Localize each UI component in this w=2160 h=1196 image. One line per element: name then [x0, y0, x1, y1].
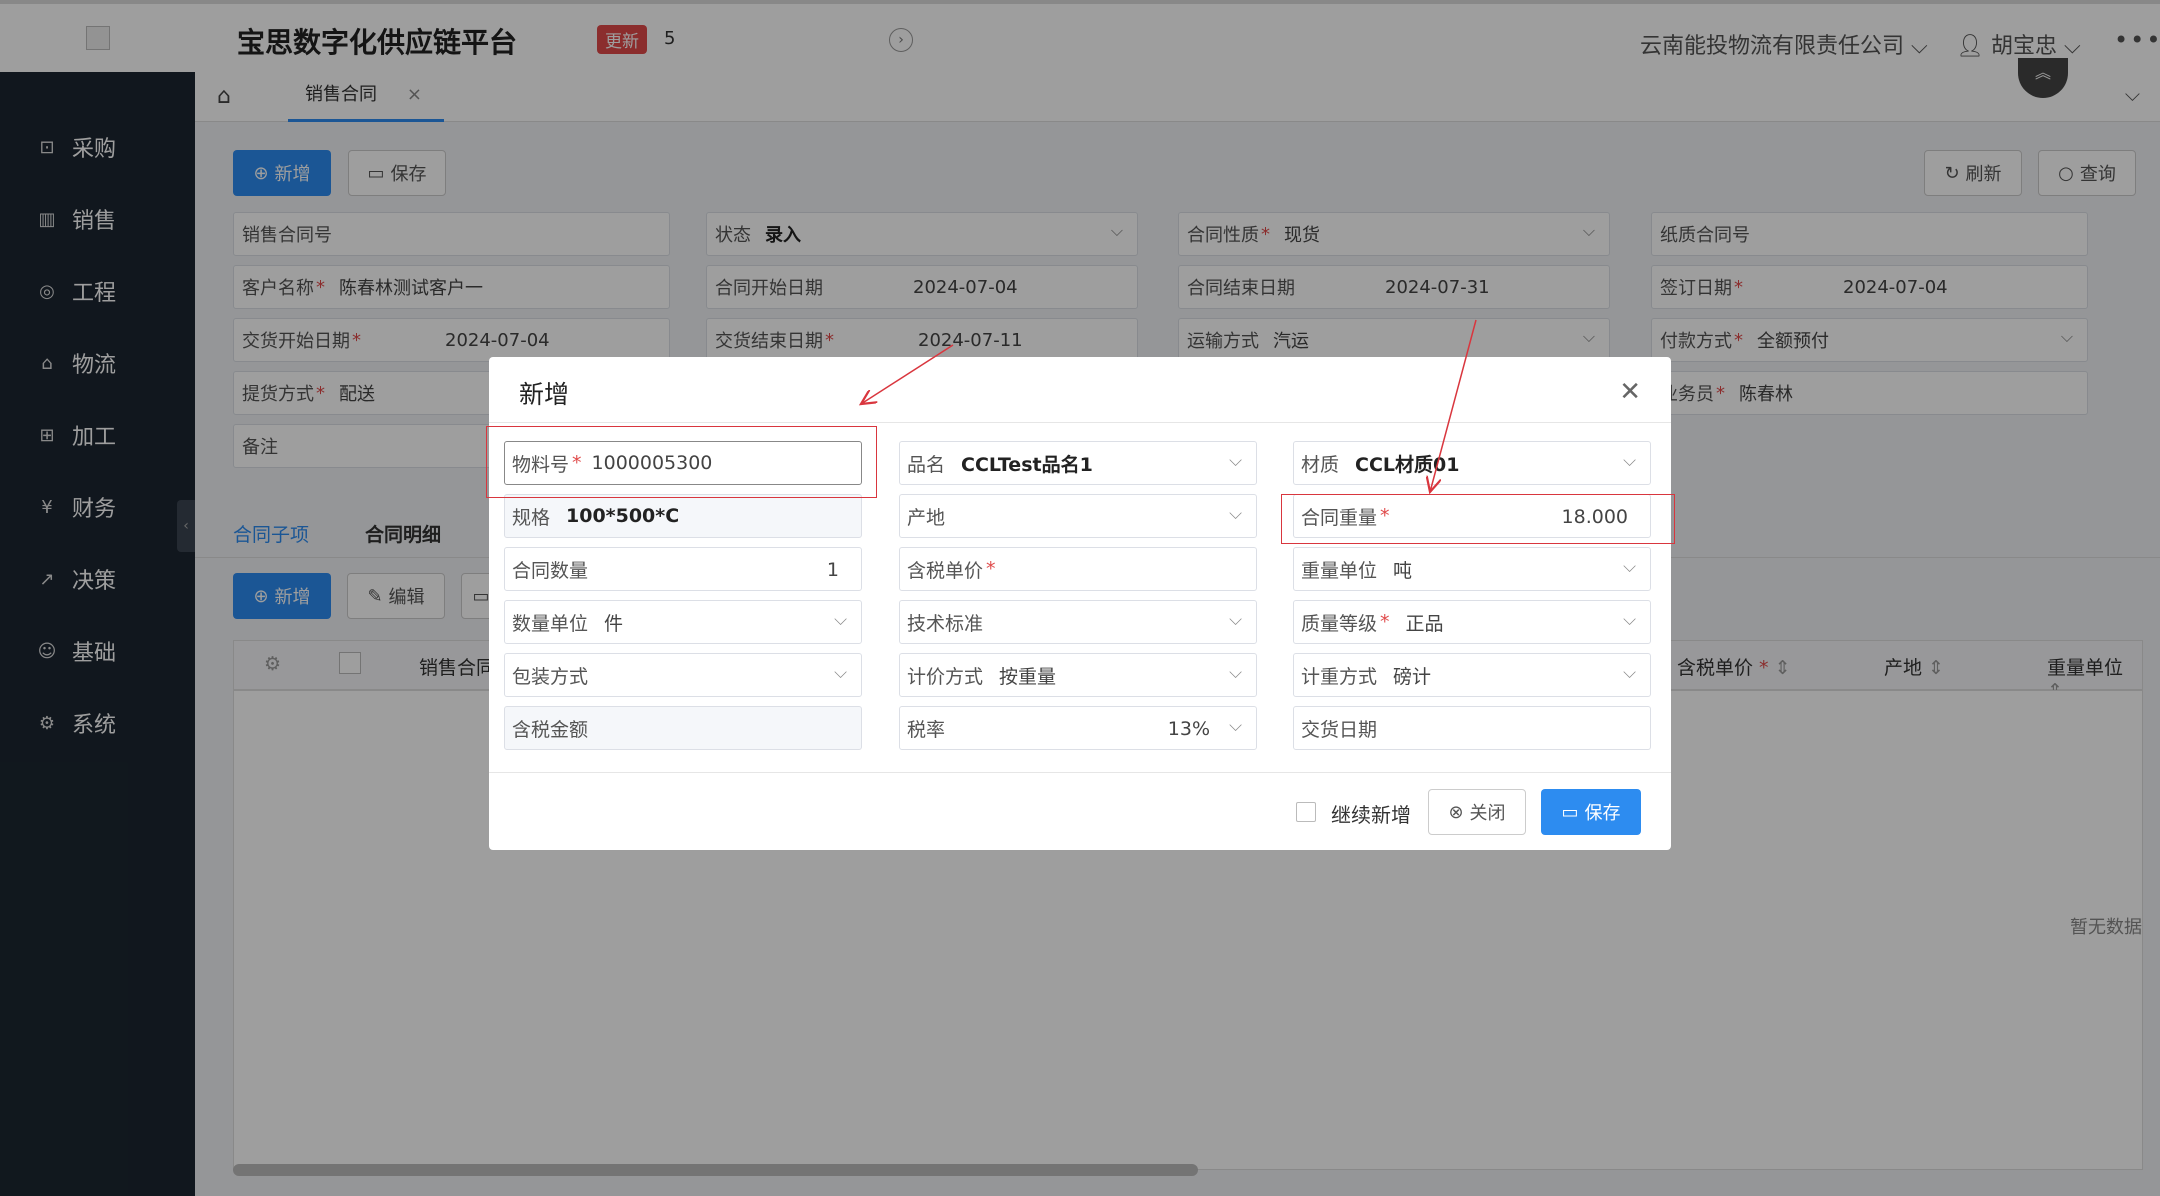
annotation-arrows	[0, 319, 1477, 1196]
annotation-arrow	[1430, 319, 1477, 492]
annotation-arrow	[861, 344, 954, 404]
